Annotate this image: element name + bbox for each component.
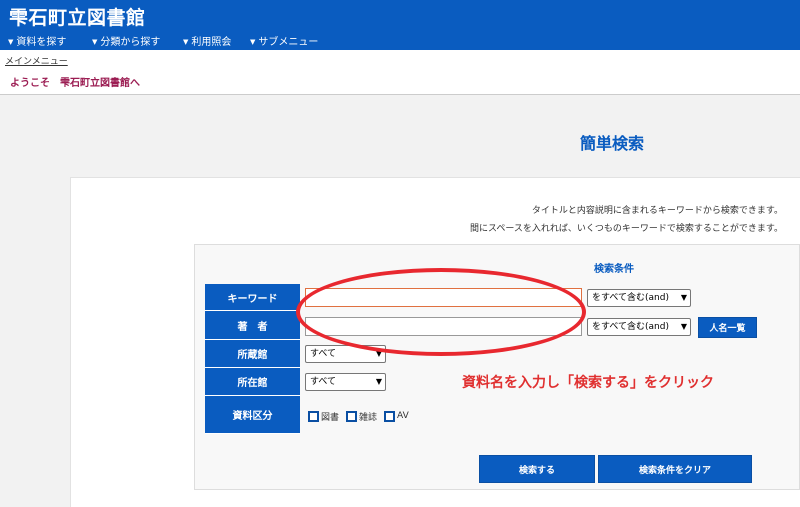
nav-item-label: サブメニュー	[258, 37, 319, 48]
site-header: 雫石町立図書館 ▼ 資料を探す ▼ 分類から探す ▼ 利用照会 ▼ サブメニュー	[0, 0, 800, 50]
chevron-down-icon: ▼	[375, 377, 382, 386]
keyword-label: キーワード	[205, 284, 300, 311]
nav-item-label: 分類から探す	[100, 37, 161, 48]
nav-item-label: 資料を探す	[16, 37, 67, 48]
keyword-match-value: をすべて含む(and)	[592, 293, 669, 303]
site-title[interactable]: 雫石町立図書館	[9, 3, 146, 30]
keyword-input[interactable]	[305, 288, 582, 307]
caret-down-icon: ▼	[250, 38, 256, 46]
page-title: 簡単検索	[580, 134, 645, 153]
material-type-label: 資料区分	[205, 396, 300, 434]
main-menu-link[interactable]: メインメニュー	[5, 54, 68, 67]
global-nav: ▼ 資料を探す ▼ 分類から探す ▼ 利用照会 ▼ サブメニュー	[0, 32, 800, 49]
location-library-select[interactable]: すべて ▼	[305, 373, 386, 391]
holding-library-label: 所蔵館	[205, 340, 300, 368]
welcome-message: ようこそ 雫石町立図書館へ	[10, 78, 140, 89]
magazine-checkbox[interactable]	[346, 410, 358, 422]
nav-item-search-materials[interactable]: ▼ 資料を探す	[8, 33, 66, 48]
location-library-label: 所在館	[205, 368, 300, 396]
description-line-1: タイトルと内容説明に含まれるキーワードから検索できます。	[531, 206, 783, 216]
author-input[interactable]	[305, 317, 582, 336]
instruction-annotation: 資料名を入力し「検索する」をクリック	[462, 375, 714, 391]
caret-down-icon: ▼	[8, 38, 14, 46]
holding-library-value: すべて	[310, 349, 337, 359]
nav-item-user-inquiry[interactable]: ▼ 利用照会	[183, 33, 231, 48]
nav-item-submenu[interactable]: ▼ サブメニュー	[250, 33, 318, 48]
sub-header: メインメニュー ようこそ 雫石町立図書館へ	[0, 50, 800, 95]
av-checkbox-label: AV	[397, 411, 409, 421]
author-list-button[interactable]: 人名一覧	[698, 317, 757, 338]
description-line-2: 間にスペースを入れれば、いくつものキーワードで検索することができます。	[469, 224, 783, 234]
search-conditions-title: 検索条件	[594, 264, 634, 275]
magazine-checkbox-label: 雑誌	[359, 412, 378, 423]
keyword-match-select[interactable]: をすべて含む(and) ▼	[587, 289, 691, 307]
book-checkbox-label: 図書	[321, 412, 340, 423]
material-type-options: 図書 雑誌 AV	[308, 409, 416, 423]
chevron-down-icon: ▼	[375, 349, 382, 358]
author-label: 著 者	[205, 311, 300, 340]
location-library-value: すべて	[310, 377, 337, 387]
author-match-value: をすべて含む(and)	[592, 322, 669, 332]
nav-item-label: 利用照会	[191, 37, 232, 48]
av-checkbox[interactable]	[384, 410, 396, 422]
chevron-down-icon: ▼	[680, 322, 687, 331]
holding-library-select[interactable]: すべて ▼	[305, 345, 386, 363]
chevron-down-icon: ▼	[680, 293, 687, 302]
nav-item-browse-classification[interactable]: ▼ 分類から探す	[92, 33, 160, 48]
clear-conditions-button[interactable]: 検索条件をクリア	[598, 455, 752, 483]
caret-down-icon: ▼	[92, 38, 98, 46]
book-checkbox[interactable]	[308, 410, 319, 422]
author-match-select[interactable]: をすべて含む(and) ▼	[587, 318, 691, 336]
caret-down-icon: ▼	[183, 38, 189, 46]
search-button[interactable]: 検索する	[479, 455, 595, 483]
